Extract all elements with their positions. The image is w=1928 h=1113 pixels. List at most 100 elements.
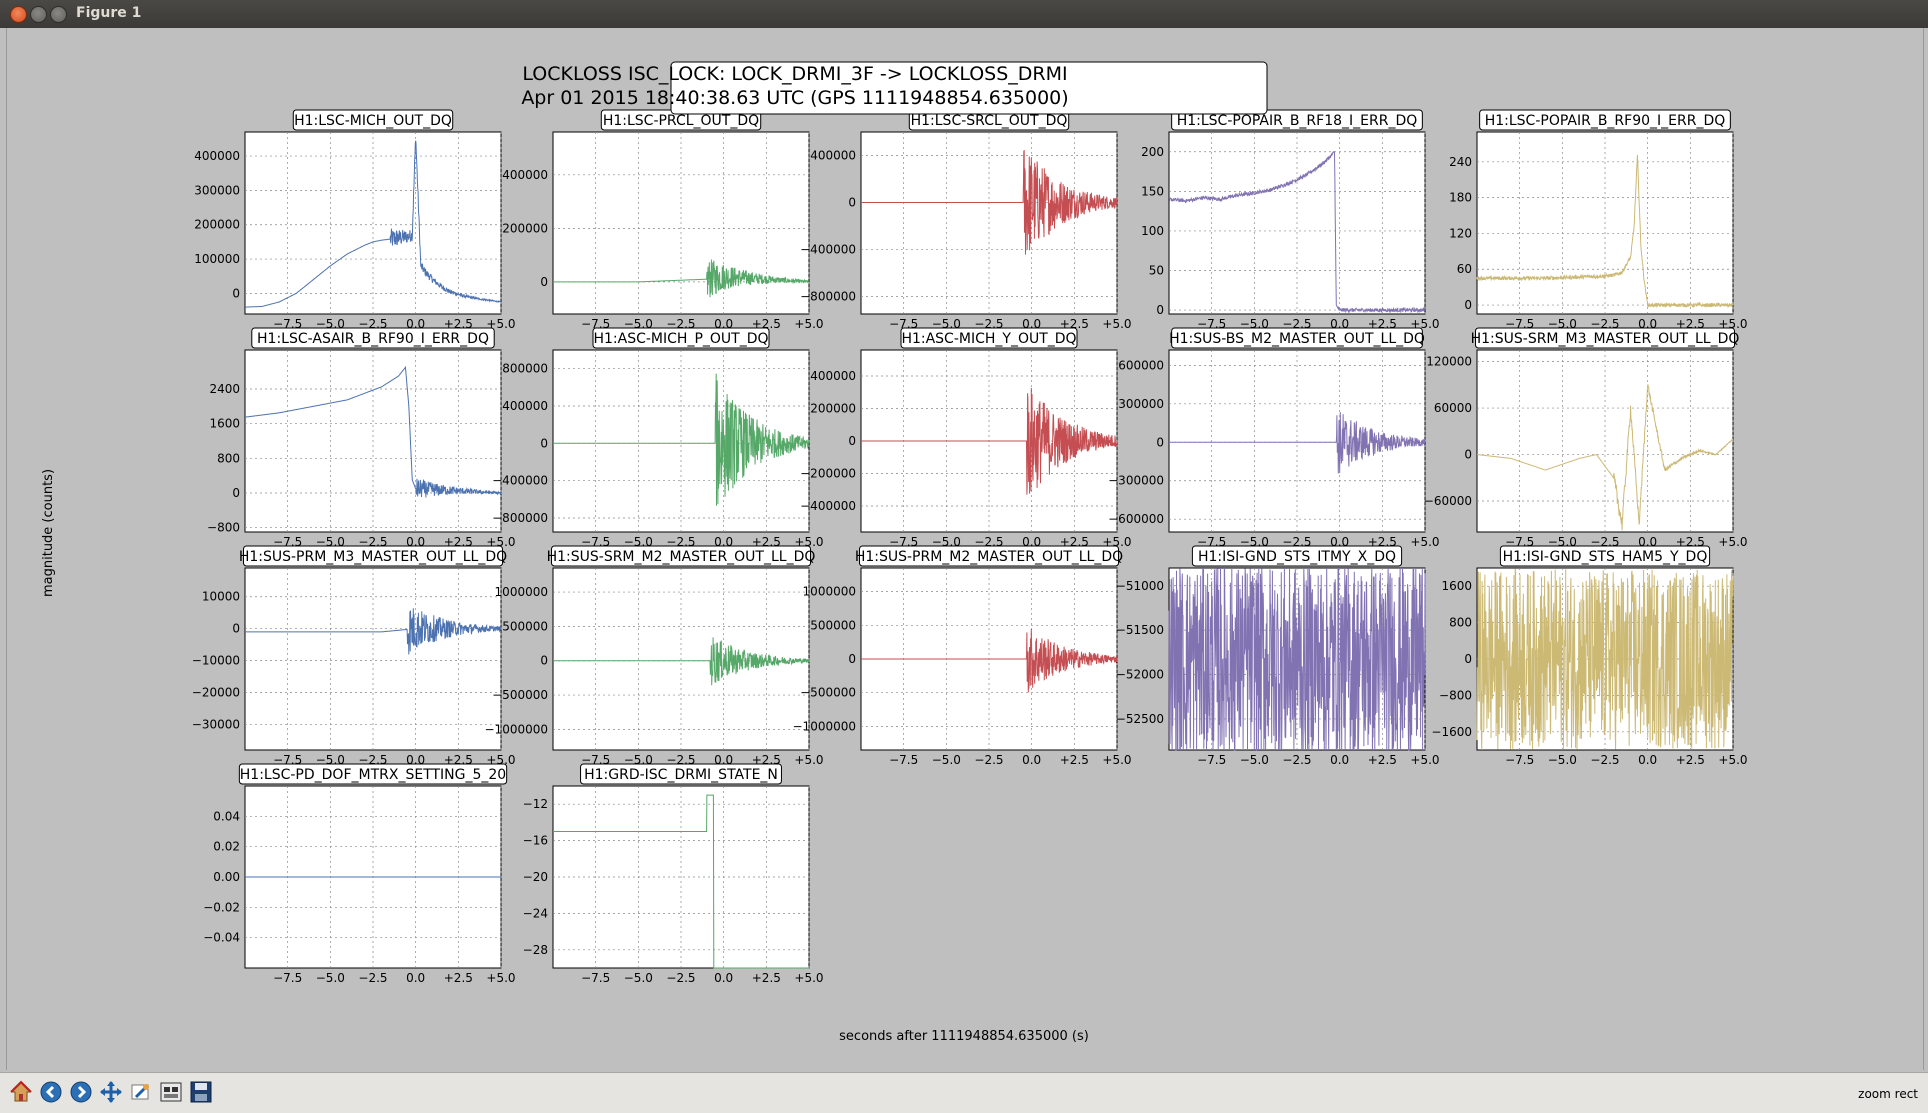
y-tick-label: 200 bbox=[1141, 145, 1164, 159]
back-icon[interactable] bbox=[38, 1079, 64, 1105]
subplot-title: H1:SUS-SRM_M3_MASTER_OUT_LL_DQ bbox=[1471, 331, 1740, 347]
y-tick-label: −1000000 bbox=[485, 722, 549, 736]
home-icon[interactable] bbox=[8, 1079, 34, 1105]
y-tick-label: 50 bbox=[1149, 263, 1164, 277]
y-tick-label: 200000 bbox=[194, 218, 240, 232]
subplot-h1-grd-isc-drmi-state-n[interactable]: −7.5 −5.0 −2.5 0.0 +2.5 +5.0 −28 −24 −20 −16 −12 H1… bbox=[523, 763, 824, 985]
y-tick-label: −51500 bbox=[1116, 623, 1164, 637]
subplot-title: H1:GRD-ISC_DRMI_STATE_N bbox=[584, 767, 778, 783]
subplot-h1-sus-srm-m2-master-out-ll-dq[interactable]: −7.5 −5.0 −2.5 0.0 +2.5 +5.0−1000000−50000005… bbox=[485, 545, 824, 767]
y-tick-label: 400000 bbox=[810, 148, 856, 162]
subplot-h1-sus-srm-m3-master-out-ll-dq[interactable]: −7.5 −5.0 −2.5 0.0 +2.5 +5.0−6000006000012000… bbox=[1424, 327, 1748, 549]
y-tick-label: 800 bbox=[1449, 616, 1472, 630]
y-tick-label: 300000 bbox=[1118, 397, 1164, 411]
y-tick-label: −20 bbox=[523, 870, 548, 884]
y-tick-label: −0.04 bbox=[203, 931, 240, 945]
x-tick-label: 0.0 bbox=[406, 971, 425, 985]
y-tick-label: 800000 bbox=[502, 362, 548, 376]
y-tick-label: 0 bbox=[848, 652, 856, 666]
y-tick-label: −20000 bbox=[192, 686, 240, 700]
y-tick-label: 150 bbox=[1141, 184, 1164, 198]
y-tick-label: 0 bbox=[232, 622, 240, 636]
subplot-h1-isi-gnd-sts-ham5-y-dq[interactable]: −7.5 −5.0 −2.5 0.0 +2.5 +5.0 −1600 −800 0 800 1600… bbox=[1431, 545, 1748, 767]
y-tick-label: −200000 bbox=[800, 467, 856, 481]
y-tick-label: −12 bbox=[523, 797, 548, 811]
y-tick-label: −600000 bbox=[1108, 512, 1164, 526]
y-tick-label: −24 bbox=[523, 906, 548, 920]
y-tick-label: 60000 bbox=[1434, 401, 1472, 415]
x-tick-label: +2.5 bbox=[444, 971, 473, 985]
x-tick-label: +5.0 bbox=[794, 317, 823, 331]
y-tick-label: −300000 bbox=[1108, 474, 1164, 488]
y-tick-label: −52500 bbox=[1116, 712, 1164, 726]
y-tick-label: 0.00 bbox=[213, 870, 240, 884]
maximize-window-icon[interactable] bbox=[50, 6, 67, 23]
x-tick-label: −7.5 bbox=[581, 971, 610, 985]
x-tick-label: −5.0 bbox=[1240, 753, 1269, 767]
minimize-window-icon[interactable] bbox=[30, 6, 47, 23]
figure-svg[interactable]: −7.5 −5.0 −2.5 0.0 +2.5 +5.001000002000003000… bbox=[7, 28, 1923, 1070]
subplot-h1-lsc-pd-dof-mtrx-setting-5-20[interactable]: −7.5 −5.0 −2.5 0.0 +2.5 +5.0 −0.04 −0.02 0.00 0.0… bbox=[203, 763, 516, 985]
y-tick-label: 100 bbox=[1141, 224, 1164, 238]
subplot-title: H1:LSC-PD_DOF_MTRX_SETTING_5_20 bbox=[240, 767, 506, 783]
y-tick-label: 120000 bbox=[1426, 355, 1472, 369]
subplot-h1-lsc-popair-b-rf18-i-err-dq[interactable]: −7.5 −5.0 −2.5 0.0 +2.5 +5.0050100150200H1:LS… bbox=[1141, 109, 1440, 331]
subplot-h1-lsc-asair-b-rf90-i-err-dq[interactable]: −7.5 −5.0 −2.5 0.0 +2.5 +5.0−800080016002400H… bbox=[207, 327, 516, 549]
y-tick-label: −500000 bbox=[492, 688, 548, 702]
x-tick-label: 0.0 bbox=[1022, 753, 1041, 767]
figure-xlabel: seconds after 1111948854.635000 (s) bbox=[839, 1029, 1089, 1044]
subplot-h1-lsc-popair-b-rf90-i-err-dq[interactable]: −7.5 −5.0 −2.5 0.0 +2.5 +5.0060120180240H1:LS… bbox=[1449, 109, 1748, 331]
y-tick-label: 1600 bbox=[1441, 579, 1472, 593]
figure-title-line1: LOCKLOSS ISC_LOCK: LOCK_DRMI_3F -> LOCKL… bbox=[522, 63, 1067, 85]
subplot-title: H1:ISI-GND_STS_HAM5_Y_DQ bbox=[1503, 549, 1708, 565]
y-tick-label: 0 bbox=[232, 286, 240, 300]
x-tick-label: +5.0 bbox=[1718, 753, 1747, 767]
y-tick-label: −60000 bbox=[1424, 494, 1472, 508]
y-tick-label: 0 bbox=[1464, 298, 1472, 312]
y-tick-label: 2400 bbox=[209, 382, 240, 396]
subplot-h1-lsc-mich-out-dq[interactable]: −7.5 −5.0 −2.5 0.0 +2.5 +5.001000002000003000… bbox=[194, 109, 516, 331]
y-tick-label: 0.04 bbox=[213, 809, 240, 823]
subplot-h1-lsc-srcl-out-dq[interactable]: −7.5 −5.0 −2.5 0.0 +2.5 +5.0−800000−400000040… bbox=[800, 109, 1132, 331]
subplot-title: H1:SUS-BS_M2_MASTER_OUT_LL_DQ bbox=[1169, 331, 1425, 347]
y-tick-label: 1000000 bbox=[803, 585, 856, 599]
pan-icon[interactable] bbox=[98, 1079, 124, 1105]
subplot-h1-asc-mich-y-out-dq[interactable]: −7.5 −5.0 −2.5 0.0 +2.5 +5.0−400000−200000020… bbox=[800, 327, 1132, 549]
y-tick-label: 100000 bbox=[194, 252, 240, 266]
y-tick-label: 200000 bbox=[502, 221, 548, 235]
y-tick-label: 240 bbox=[1449, 155, 1472, 169]
subplot-title: H1:LSC-POPAIR_B_RF90_I_ERR_DQ bbox=[1485, 113, 1726, 129]
y-tick-label: −10000 bbox=[192, 654, 240, 668]
x-tick-label: +5.0 bbox=[486, 971, 515, 985]
y-tick-label: 0 bbox=[1464, 448, 1472, 462]
y-tick-label: 0.02 bbox=[213, 840, 240, 854]
subplot-h1-sus-prm-m3-master-out-ll-dq[interactable]: −7.5 −5.0 −2.5 0.0 +2.5 +5.0−30000−20000−1000… bbox=[192, 545, 516, 767]
x-tick-label: +5.0 bbox=[1102, 753, 1131, 767]
save-icon[interactable] bbox=[188, 1079, 214, 1105]
y-tick-label: −800 bbox=[207, 521, 240, 535]
y-tick-label: 0 bbox=[232, 486, 240, 500]
y-tick-label: 10000 bbox=[202, 590, 240, 604]
subplot-title: H1:LSC-SRCL_OUT_DQ bbox=[911, 113, 1068, 129]
close-window-icon[interactable] bbox=[10, 6, 27, 23]
subplot-title: H1:ISI-GND_STS_ITMY_X_DQ bbox=[1198, 549, 1396, 565]
y-tick-label: 400000 bbox=[194, 149, 240, 163]
forward-icon[interactable] bbox=[68, 1079, 94, 1105]
zoom-icon[interactable] bbox=[128, 1079, 154, 1105]
subplot-title: H1:SUS-PRM_M3_MASTER_OUT_LL_DQ bbox=[239, 549, 507, 565]
y-tick-label: −1600 bbox=[1431, 725, 1472, 739]
y-tick-label: −30000 bbox=[192, 717, 240, 731]
subplot-h1-sus-bs-m2-master-out-ll-dq[interactable]: −7.5 −5.0 −2.5 0.0 +2.5 +5.0−600000−300000030… bbox=[1108, 327, 1440, 549]
x-tick-label: +2.5 bbox=[752, 971, 781, 985]
subplot-h1-isi-gnd-sts-itmy-x-dq[interactable]: −7.5 −5.0 −2.5 0.0 +2.5 +5.0 −52500 −52000 −5150… bbox=[1116, 545, 1440, 767]
y-tick-label: −28 bbox=[523, 943, 548, 957]
subplot-h1-asc-mich-p-out-dq[interactable]: −7.5 −5.0 −2.5 0.0 +2.5 +5.0−800000−400000040… bbox=[492, 327, 824, 549]
x-tick-label: −2.5 bbox=[1590, 753, 1619, 767]
subplot-h1-lsc-prcl-out-dq[interactable]: −7.5 −5.0 −2.5 0.0 +2.5 +5.00200000400000H1:L… bbox=[502, 109, 824, 331]
x-tick-label: +2.5 bbox=[1368, 753, 1397, 767]
y-tick-label: 600000 bbox=[1118, 358, 1164, 372]
figure-canvas[interactable]: −7.5 −5.0 −2.5 0.0 +2.5 +5.0 0 100000 200000 3000… bbox=[6, 28, 1924, 1070]
x-tick-label: 0.0 bbox=[1330, 753, 1349, 767]
subplot-h1-sus-prm-m2-master-out-ll-dq[interactable]: −7.5 −5.0 −2.5 0.0 +2.5 +5.0 −1000000 −500000 0 5… bbox=[793, 545, 1132, 767]
subplots-icon[interactable] bbox=[158, 1079, 184, 1105]
